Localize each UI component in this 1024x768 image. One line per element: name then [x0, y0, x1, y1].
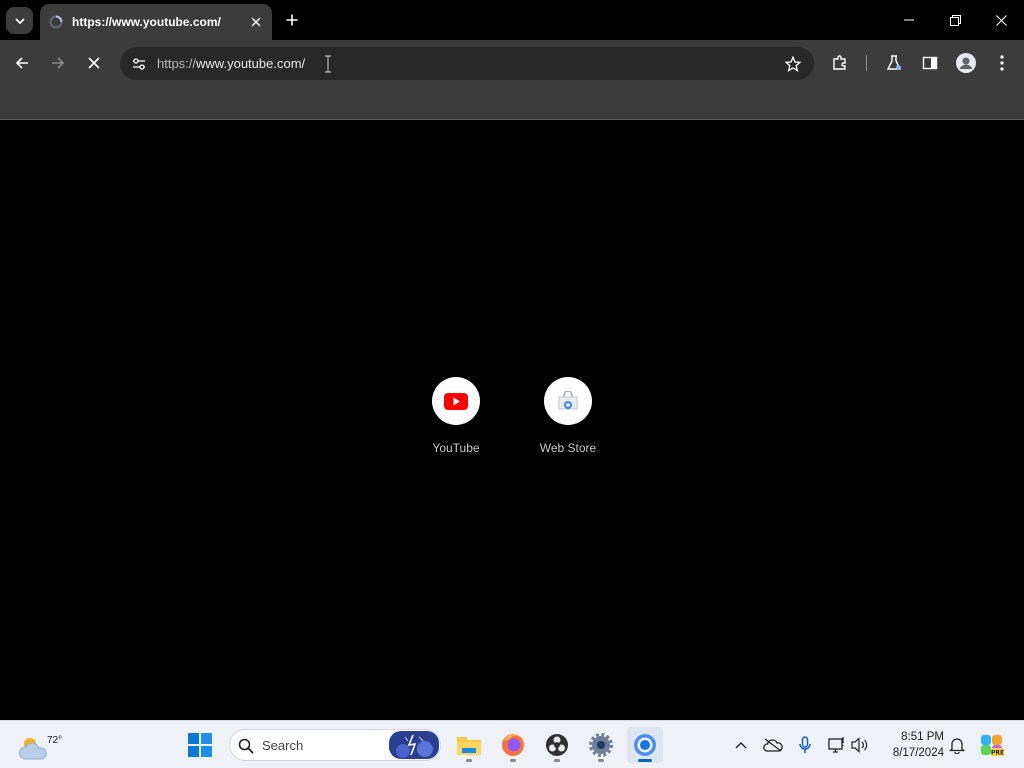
puzzle-icon [833, 55, 846, 70]
shortcut-tile [544, 377, 592, 425]
stop-loading-button[interactable] [79, 48, 109, 78]
restore-icon [949, 14, 961, 26]
taskbar-firefox[interactable] [495, 727, 531, 763]
weather-temperature: 72° [47, 735, 63, 746]
volume-icon [851, 737, 868, 753]
side-panel-icon [922, 56, 938, 70]
url-scheme: https:// [157, 56, 197, 71]
more-vert-icon [1000, 55, 1004, 71]
bookmark-star-button[interactable] [781, 52, 804, 75]
minimize-icon [904, 19, 914, 21]
taskbar-obs[interactable] [539, 727, 575, 763]
search-icon [238, 738, 254, 754]
tab-title: https://www.youtube.com/ [72, 15, 221, 29]
site-info-button[interactable] [126, 51, 151, 76]
toolbar-separator [866, 55, 867, 71]
running-indicator [598, 759, 604, 762]
file-explorer-icon [457, 737, 481, 755]
taskbar-file-explorer[interactable] [451, 727, 487, 763]
loading-spinner-icon [49, 15, 63, 29]
notifications-button[interactable] [945, 733, 969, 757]
tab-strip: https://www.youtube.com/ [0, 0, 1024, 40]
running-indicator [466, 759, 472, 762]
close-icon [88, 57, 100, 69]
flask-icon [886, 55, 902, 70]
bookmarks-bar [0, 85, 1024, 120]
new-tab-button[interactable] [280, 8, 304, 32]
taskbar-chrome[interactable] [627, 727, 663, 763]
clock-date: 8/17/2024 [892, 747, 944, 759]
youtube-icon [444, 392, 468, 410]
chevron-down-icon [14, 17, 25, 24]
back-button[interactable] [7, 48, 37, 78]
close-window-button[interactable] [978, 0, 1024, 40]
network-icon [828, 737, 844, 753]
minimize-button[interactable] [886, 0, 932, 40]
side-panel-button[interactable] [915, 48, 945, 78]
forward-button[interactable] [43, 48, 73, 78]
url-host: www.youtube.com/ [196, 56, 306, 71]
taskbar-settings[interactable] [583, 727, 619, 763]
clock-time: 8:51 PM [901, 731, 944, 743]
settings-icon [589, 733, 613, 757]
menu-button[interactable] [987, 48, 1017, 78]
start-button[interactable] [182, 727, 218, 763]
tab-close-button[interactable] [244, 10, 268, 34]
search-placeholder: Search [262, 738, 304, 753]
svg-text:PRE: PRE [991, 750, 1004, 757]
shortcut-web-store[interactable]: Web Store [518, 377, 618, 467]
bell-icon [949, 738, 965, 754]
shortcut-label: YouTube [432, 441, 480, 455]
network-button[interactable] [825, 733, 849, 757]
text-cursor-icon [325, 55, 331, 73]
url-text[interactable]: https://www.youtube.com/ [157, 56, 305, 71]
shortcut-label: Web Store [539, 441, 597, 455]
active-tab[interactable]: https://www.youtube.com/ [40, 4, 272, 40]
address-bar[interactable]: https://www.youtube.com/ [120, 47, 814, 80]
microphone-button[interactable] [793, 733, 817, 757]
chevron-up-icon [735, 742, 747, 749]
cloud-sun-icon [19, 738, 47, 760]
new-tab-page: YouTube Web Store [0, 121, 1024, 720]
restore-button[interactable] [932, 0, 978, 40]
close-icon [251, 17, 261, 27]
active-indicator [638, 759, 652, 762]
taskbar: 72° Search 8:51 PM 8/17/2024 PRE [0, 720, 1024, 768]
running-indicator [510, 759, 516, 762]
volume-button[interactable] [849, 733, 873, 757]
clock[interactable]: 8:51 PM 8/17/2024 [880, 729, 944, 761]
show-hidden-icons-button[interactable] [729, 733, 753, 757]
tab-search-button[interactable] [6, 7, 33, 34]
copilot-icon: PRE [981, 735, 1004, 757]
running-indicator [554, 759, 560, 762]
shortcut-youtube[interactable]: YouTube [406, 377, 506, 467]
profile-button[interactable] [951, 48, 981, 78]
search-highlight-icon [389, 731, 439, 759]
chrome-icon [634, 734, 656, 756]
profile-avatar-icon [956, 53, 976, 73]
arrow-right-icon [52, 57, 65, 69]
firefox-icon [502, 734, 524, 756]
tune-icon [132, 57, 145, 70]
onedrive-button[interactable] [761, 733, 785, 757]
shortcut-tile [432, 377, 480, 425]
copilot-button[interactable]: PRE [974, 727, 1010, 763]
star-icon [784, 55, 801, 72]
web-store-icon [558, 391, 578, 410]
close-icon [995, 14, 1007, 26]
obs-icon [546, 734, 568, 756]
weather-widget[interactable]: 72° [16, 727, 62, 763]
windows-icon [188, 733, 212, 757]
screen: https://www.youtube.com/ https://www.you… [0, 0, 1024, 768]
taskbar-search[interactable]: Search [229, 729, 441, 761]
extensions-button[interactable] [825, 48, 855, 78]
labs-button[interactable] [879, 48, 909, 78]
plus-icon [286, 14, 298, 26]
arrow-left-icon [15, 57, 28, 69]
microphone-icon [799, 736, 811, 753]
cloud-off-icon [763, 738, 783, 752]
